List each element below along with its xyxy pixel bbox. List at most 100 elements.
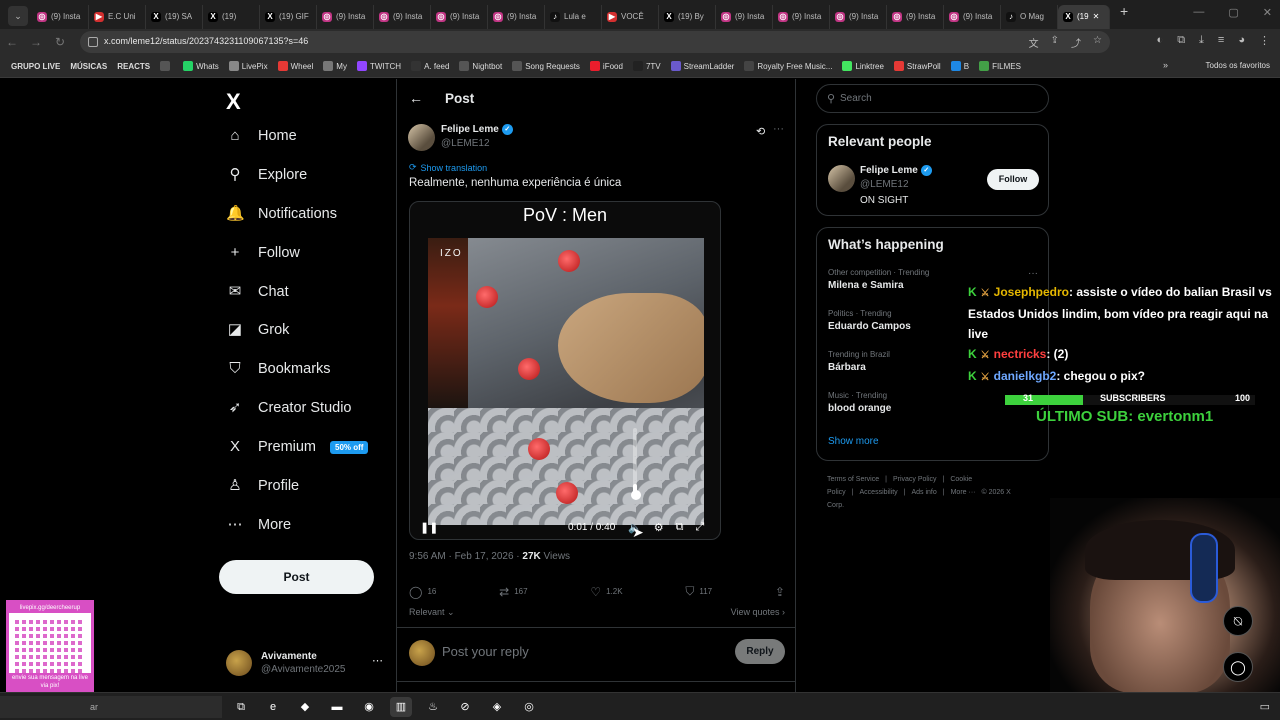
footer-link[interactable]: More ···: [951, 489, 976, 496]
bookmark-item[interactable]: LivePix: [224, 61, 273, 71]
tab-search-button[interactable]: ⌄: [8, 6, 28, 26]
bookmark-item[interactable]: Whats: [178, 61, 224, 71]
bookmarks-overflow-icon[interactable]: »: [1163, 60, 1168, 70]
browser-tab[interactable]: X (19) By: [659, 4, 716, 29]
taskbar-app-icon[interactable]: ⧉: [230, 697, 252, 717]
relevant-person-handle[interactable]: @LEME12: [860, 179, 909, 190]
taskbar-app-icon[interactable]: ◈: [486, 697, 508, 717]
notification-icon[interactable]: ▭: [1260, 700, 1270, 713]
bookmark-item[interactable]: B: [946, 61, 974, 71]
post-button[interactable]: Post: [219, 560, 374, 594]
forward-icon[interactable]: →: [24, 35, 48, 49]
video-frame[interactable]: IZO: [428, 238, 704, 525]
author-handle[interactable]: @LEME12: [441, 138, 490, 149]
sidebar-item-creator-studio[interactable]: ➶ Creator Studio: [226, 399, 352, 417]
browser-tab[interactable]: ◎ (9) Insta: [374, 4, 431, 29]
taskbar-app-icon[interactable]: ◉: [358, 697, 380, 717]
sidebar-item-premium[interactable]: X Premium 50% off: [226, 438, 369, 456]
media-icon[interactable]: ≡: [1218, 34, 1224, 47]
taskbar-app-icon[interactable]: ♨: [422, 697, 444, 717]
bookmark-item[interactable]: My: [318, 61, 352, 71]
browser-tab[interactable]: ♪ Lula e: [545, 4, 602, 29]
more-icon[interactable]: ⋯: [372, 654, 383, 667]
footer-link[interactable]: Accessibility: [860, 489, 898, 496]
grok-explain-icon[interactable]: ⟲: [756, 125, 765, 138]
post-timestamp[interactable]: 9:56 AM · Feb 17, 2026 ·: [409, 551, 522, 562]
bookmark-item[interactable]: 7TV: [628, 61, 666, 71]
volume-slider[interactable]: [633, 428, 637, 498]
browser-tab[interactable]: ◎ (9) Insta: [716, 4, 773, 29]
taskbar-app-icon[interactable]: ▬: [326, 697, 348, 717]
sidebar-item-more[interactable]: ⋯ More: [226, 516, 292, 534]
video-player[interactable]: PoV : Men IZO ❚❚ 0:01 / 0:40 🔈 ⚙ ⧉ ⤢ ➤: [409, 201, 721, 540]
browser-tab[interactable]: ▶ E.C Uni: [89, 4, 146, 29]
browser-tab[interactable]: ◎ (9) Insta: [317, 4, 374, 29]
browser-tab[interactable]: ◎ (9) Insta: [773, 4, 830, 29]
sidebar-item-profile[interactable]: ♙ Profile: [226, 477, 299, 495]
bookmark-item[interactable]: StrawPoll: [889, 61, 946, 71]
sidebar-item-bookmarks[interactable]: ⛉ Bookmarks: [226, 360, 330, 378]
reply-input[interactable]: Post your reply: [442, 644, 529, 659]
like-action[interactable]: ♡ 1.2K: [590, 584, 622, 599]
sidebar-item-grok[interactable]: ◪ Grok: [226, 321, 290, 339]
all-bookmarks-folder[interactable]: Todos os favoritos: [1206, 61, 1270, 70]
browser-tab[interactable]: ◎ (9) Insta: [887, 4, 944, 29]
sidebar-item-follow[interactable]: + Follow: [226, 244, 300, 262]
settings-icon[interactable]: ⚙: [654, 521, 664, 534]
bookmark-item[interactable]: [155, 61, 178, 71]
close-window-icon[interactable]: ✕: [1263, 6, 1272, 19]
taskbar-app-icon[interactable]: e: [262, 697, 284, 717]
bookmark-star-icon[interactable]: ☆: [1093, 35, 1102, 50]
follow-button[interactable]: Follow: [987, 169, 1039, 190]
menu-icon[interactable]: ⋮: [1259, 34, 1270, 47]
browser-tab[interactable]: X (19) SA: [146, 4, 203, 29]
messages-fab-icon[interactable]: ◯: [1223, 652, 1253, 682]
close-tab-icon[interactable]: ✕: [1093, 12, 1100, 21]
translate-icon[interactable]: 文: [1029, 35, 1039, 50]
url-text[interactable]: x.com/leme12/status/2023743231109067135?…: [104, 36, 308, 46]
x-logo-icon[interactable]: X: [226, 89, 241, 115]
author-name[interactable]: Felipe Leme ✓: [441, 124, 513, 135]
bookmark-item[interactable]: REACTS: [112, 61, 155, 71]
bookmark-action[interactable]: ⛉ 117: [685, 584, 712, 599]
fullscreen-icon[interactable]: ⤢: [695, 521, 704, 534]
sidebar-item-explore[interactable]: ⚲ Explore: [226, 166, 308, 184]
search-input[interactable]: ⚲ Search: [816, 84, 1049, 113]
browser-tab[interactable]: X (19): [203, 4, 260, 29]
browser-tab[interactable]: ◎ (9) Insta: [488, 4, 545, 29]
address-bar[interactable]: x.com/leme12/status/2023743231109067135?…: [80, 31, 1110, 53]
footer-link[interactable]: Ads info: [911, 489, 936, 496]
sidebar-item-notifications[interactable]: 🔔 Notifications: [226, 205, 337, 223]
taskbar-app-icon[interactable]: ◎: [518, 697, 540, 717]
extension-icon[interactable]: ◐: [1157, 34, 1164, 47]
site-info-icon[interactable]: [88, 37, 98, 47]
repost-action[interactable]: ⇄ 167: [499, 584, 527, 599]
taskbar-app-icon[interactable]: ▥: [390, 697, 412, 717]
author-name-text[interactable]: Felipe Leme: [441, 124, 499, 135]
trend-more-icon[interactable]: ···: [1028, 268, 1038, 279]
bookmark-item[interactable]: Song Requests: [507, 61, 585, 71]
browser-tab[interactable]: ◎ (9) Insta: [32, 4, 89, 29]
reload-icon[interactable]: ↻: [48, 35, 72, 49]
bookmark-item[interactable]: Linktree: [837, 61, 888, 71]
view-quotes-link[interactable]: View quotes ›: [731, 607, 785, 618]
taskbar-app-icon[interactable]: ◆: [294, 697, 316, 717]
bookmark-item[interactable]: FILMES: [974, 61, 1026, 71]
back-icon[interactable]: ←: [0, 35, 24, 49]
pause-icon[interactable]: ❚❚: [420, 521, 438, 534]
show-more-link[interactable]: Show more: [828, 436, 879, 447]
post-more-icon[interactable]: ···: [773, 123, 784, 135]
reply-action[interactable]: ◯ 16: [409, 584, 436, 599]
footer-link[interactable]: Terms of Service: [827, 476, 879, 483]
account-switcher[interactable]: Avivamente @Avivamente2025 ⋯: [226, 647, 386, 681]
minimize-icon[interactable]: —: [1193, 6, 1204, 19]
bookmark-item[interactable]: A. feed: [406, 61, 454, 71]
share-action[interactable]: ⇪: [775, 584, 785, 599]
download-icon[interactable]: ⤓: [1199, 34, 1204, 47]
relevant-person-name-text[interactable]: Felipe Leme: [860, 165, 918, 176]
taskbar-search[interactable]: ar: [0, 696, 222, 718]
browser-tab[interactable]: ◎ (9) Insta: [431, 4, 488, 29]
taskbar-app-icon[interactable]: ⊘: [454, 697, 476, 717]
back-arrow-icon[interactable]: ←: [409, 90, 423, 106]
new-tab-button[interactable]: +: [1110, 3, 1138, 29]
